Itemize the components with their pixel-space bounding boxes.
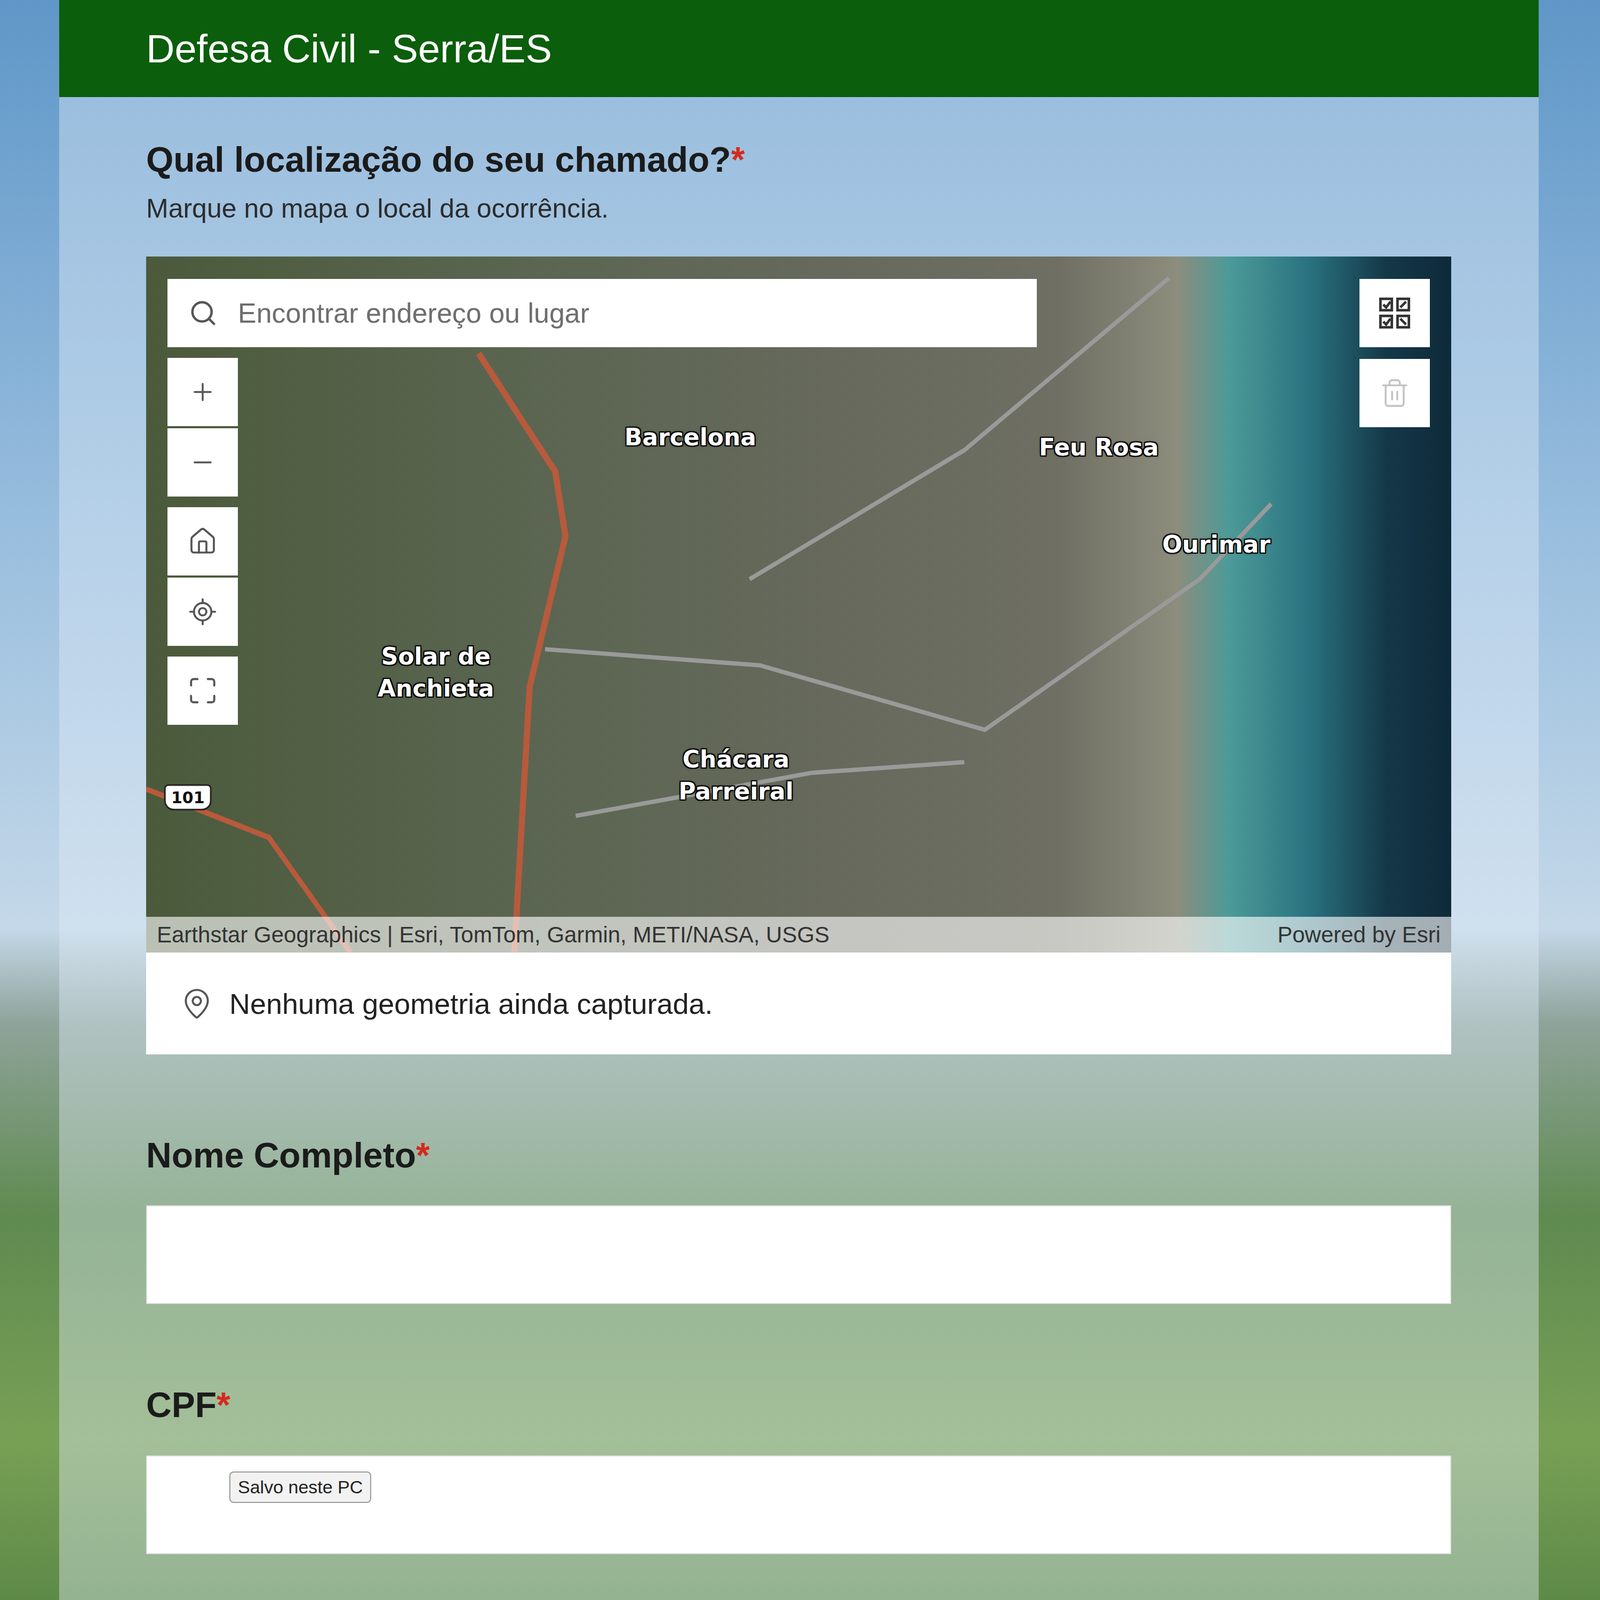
search-input[interactable] — [236, 296, 1016, 330]
locate-button[interactable] — [167, 577, 238, 646]
select-grid-icon — [1377, 296, 1412, 331]
map-attribution: Earthstar Geographics | Esri, TomTom, Ga… — [146, 916, 1452, 953]
geometry-status: Nenhuma geometria ainda capturada. — [146, 952, 1452, 1055]
page: Defesa Civil - Serra/ES Qual localização … — [0, 0, 1600, 1600]
text-input[interactable] — [146, 1455, 1452, 1555]
map[interactable]: Barcelona Feu Rosa Ourimar Solar de Anchiet… — [146, 256, 1452, 953]
text-input[interactable] — [146, 1205, 1452, 1304]
attribution-text: Earthstar Geographics | Esri, TomTom, Ga… — [156, 922, 830, 948]
map-label: Chácara Parreiral — [666, 743, 806, 807]
field-label: Nome Completo* — [146, 1134, 1452, 1177]
header: Defesa Civil - Serra/ES — [59, 0, 1539, 98]
form-field: Nome Completo* — [146, 1134, 1452, 1304]
minus-icon — [188, 448, 217, 477]
highway-shield: 101 — [164, 784, 212, 811]
geometry-status-text: Nenhuma geometria ainda capturada. — [229, 987, 714, 1021]
map-tools — [167, 357, 238, 725]
fullscreen-button[interactable] — [167, 656, 238, 725]
sketch-tools — [1359, 278, 1430, 428]
plus-icon — [188, 378, 217, 406]
map-label: Barcelona — [624, 421, 757, 454]
search-icon — [188, 298, 218, 328]
zoom-in-button[interactable] — [167, 357, 238, 427]
map-label: Ourimar — [1162, 529, 1271, 561]
form-field: CPF* Salvo neste PC — [146, 1384, 1452, 1554]
home-button[interactable] — [167, 507, 238, 576]
input-wrap — [146, 1205, 1452, 1304]
nav-group — [167, 507, 238, 646]
location-pin-icon — [180, 987, 214, 1021]
required-mark: * — [416, 1135, 430, 1175]
powered-by[interactable]: Powered by Esri — [1277, 922, 1441, 948]
fullscreen-icon — [187, 675, 219, 707]
question-hint: Marque no mapa o local da ocorrência. — [146, 192, 1452, 225]
home-icon — [187, 526, 218, 557]
map-label: Feu Rosa — [1038, 431, 1159, 463]
zoom-out-button[interactable] — [167, 428, 238, 497]
header-title: Defesa Civil - Serra/ES — [146, 26, 552, 72]
select-button[interactable] — [1359, 278, 1430, 348]
required-mark: * — [216, 1385, 231, 1425]
required-mark: * — [731, 139, 746, 180]
trash-icon — [1379, 377, 1411, 409]
locate-icon — [187, 596, 218, 627]
input-wrap: Salvo neste PC — [146, 1455, 1452, 1555]
map-label: Solar de Anchieta — [323, 640, 548, 704]
field-label: CPF* — [146, 1384, 1452, 1427]
roads-icon — [146, 256, 1452, 953]
delete-button[interactable] — [1359, 358, 1430, 428]
form-panel: Defesa Civil - Serra/ES Qual localização … — [59, 0, 1539, 1600]
map-search[interactable] — [167, 278, 1037, 348]
question-label: Qual localização do seu chamado?* — [146, 138, 1452, 181]
zoom-group — [167, 357, 238, 497]
form-body: Qual localização do seu chamado?* Marque … — [59, 97, 1539, 1555]
autofill-tooltip: Salvo neste PC — [229, 1471, 372, 1503]
